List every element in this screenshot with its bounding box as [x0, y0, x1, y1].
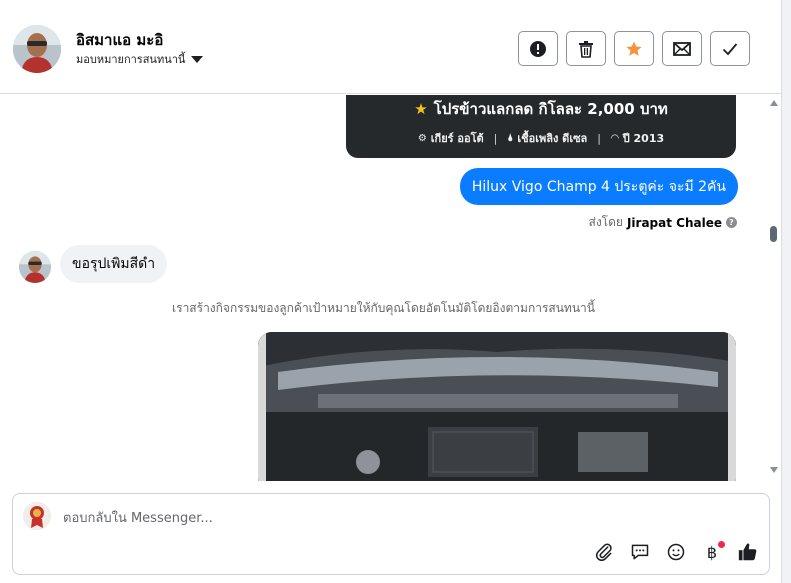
alert-circle-icon: [530, 40, 546, 57]
trash-icon: [579, 40, 593, 58]
spec-fuel: เชื้อเพลิง ดีเซล: [517, 132, 588, 145]
attach-button[interactable]: [593, 541, 615, 563]
spec-divider: |: [493, 131, 498, 145]
scroll-up-arrow-icon[interactable]: [770, 100, 778, 106]
spec-year: ปี 2013: [622, 132, 665, 145]
message-thread[interactable]: ★ โปรข้าวแลกลด กิโลละ 2,000 บาท ⚙ เกียร์ อ…: [0, 95, 767, 481]
promo-specs: ⚙ เกียร์ ออโต้ | 🌢 เชื้อเพลิง ดีเซล | ◠ ปี …: [346, 129, 736, 147]
mark-done-button[interactable]: [710, 31, 750, 66]
page-avatar: [23, 502, 51, 530]
gear-icon: ⚙: [417, 132, 427, 144]
gauge-icon: ◠: [611, 132, 619, 144]
conversation-toolbar: [518, 31, 750, 66]
caret-down-icon[interactable]: [191, 55, 204, 63]
check-icon: [722, 42, 738, 55]
star-icon: ★: [414, 100, 428, 118]
spec-transmission: เกียร์ ออโต้: [430, 132, 484, 145]
contact-avatar-small[interactable]: [19, 251, 51, 283]
sent-by-info: ส่งโดย Jirapat Chalee ?: [588, 213, 737, 232]
composer-actions: ฿: [593, 541, 759, 563]
window-edge: [781, 0, 791, 583]
spec-divider: |: [597, 131, 602, 145]
conversation-header: อิสมาแอ มะอิ มอบหมายการสนทนานี้: [0, 0, 781, 94]
spam-button[interactable]: [518, 31, 558, 66]
messenger-conversation-panel: อิสมาแอ มะอิ มอบหมายการสนทนานี้ ★ โปรข้า…: [0, 0, 791, 583]
contact-name[interactable]: อิสมาแอ มะอิ: [76, 28, 163, 52]
promo-card[interactable]: ★ โปรข้าวแลกลด กิโลละ 2,000 บาท ⚙ เกียร์ อ…: [346, 95, 736, 158]
envelope-icon: [673, 41, 691, 56]
engine-bay-photo[interactable]: [258, 332, 736, 481]
mark-unread-button[interactable]: [662, 31, 702, 66]
thumbs-up-icon: [738, 543, 757, 561]
reply-input[interactable]: [63, 508, 743, 528]
payment-button[interactable]: ฿: [701, 541, 725, 563]
chat-bubble-icon: [631, 544, 649, 560]
scroll-down-arrow-icon[interactable]: [770, 467, 778, 473]
like-button[interactable]: [737, 541, 759, 563]
reply-composer: ฿: [12, 493, 770, 575]
help-icon[interactable]: ?: [726, 217, 737, 228]
smiley-icon: [667, 543, 685, 561]
incoming-message[interactable]: ขอรุปเพิมสีดำ: [60, 245, 168, 283]
fuel-icon: 🌢: [507, 132, 514, 144]
system-note: เราสร้างกิจกรรมของลูกค้าเป้าหมายให้กับคุ…: [172, 301, 595, 315]
assign-conversation[interactable]: มอบหมายการสนทนานี้: [76, 50, 204, 68]
outgoing-message[interactable]: Hilux Vigo Champ 4 ประตูค่ะ จะมี 2คัน: [459, 168, 738, 205]
sent-by-label: ส่งโดย: [588, 215, 623, 229]
delete-button[interactable]: [566, 31, 606, 66]
thread-scrollbar[interactable]: [767, 95, 781, 481]
baht-icon: ฿: [706, 542, 718, 562]
promo-title-text: โปรข้าวแลกลด กิโลละ 2,000 บาท: [433, 100, 668, 118]
promo-title: ★ โปรข้าวแลกลด กิโลละ 2,000 บาท: [346, 97, 736, 121]
saved-replies-button[interactable]: [629, 541, 651, 563]
sent-by-name: Jirapat Chalee: [626, 215, 722, 230]
emoji-button[interactable]: [665, 541, 687, 563]
contact-avatar[interactable]: [13, 25, 61, 73]
scrollbar-thumb[interactable]: [770, 226, 777, 242]
star-icon: [626, 41, 642, 56]
assign-label[interactable]: มอบหมายการสนทนานี้: [76, 50, 185, 68]
paperclip-icon: [595, 543, 612, 562]
notification-dot: [718, 541, 725, 548]
star-button[interactable]: [614, 31, 654, 66]
